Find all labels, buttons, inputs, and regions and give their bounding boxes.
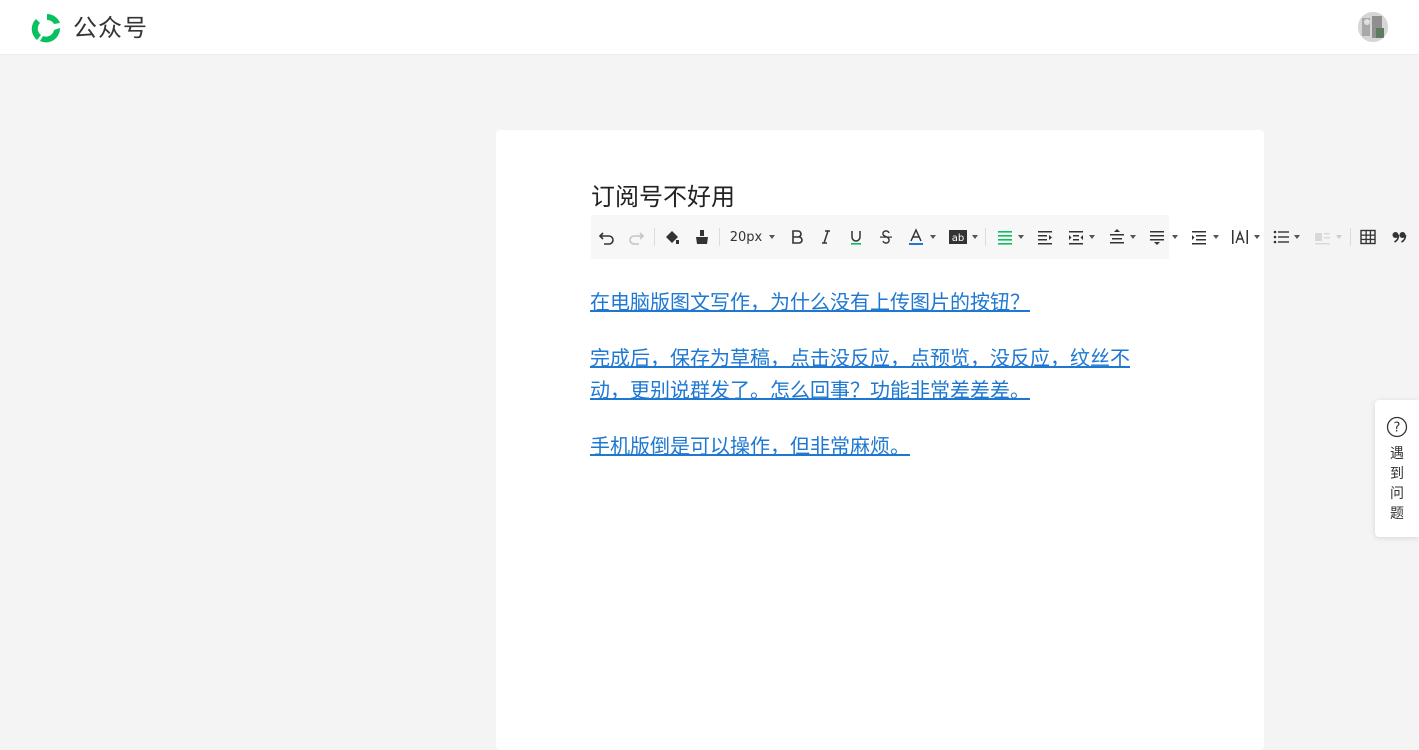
- chevron-down-icon: [1089, 235, 1095, 239]
- format-painter-icon[interactable]: [660, 215, 684, 259]
- chevron-down-icon: [1254, 235, 1260, 239]
- toolbar-separator: [719, 228, 720, 246]
- paragraph-1[interactable]: 在电脑版图文写作，为什么没有上传图片的按钮？: [590, 286, 1150, 318]
- article-title[interactable]: 订阅号不好用: [591, 180, 735, 214]
- paragraph-indent-icon[interactable]: [1064, 215, 1088, 259]
- undo-icon[interactable]: [595, 215, 619, 259]
- question-circle-icon: ?: [1386, 416, 1408, 442]
- clear-format-icon[interactable]: [690, 215, 714, 259]
- quote-icon[interactable]: [1387, 215, 1411, 259]
- chevron-down-icon: [1130, 235, 1136, 239]
- chevron-down-icon: [1172, 235, 1178, 239]
- indent-icon[interactable]: [1033, 215, 1057, 259]
- wechat-official-account-logo-icon[interactable]: [30, 11, 64, 45]
- brand-name[interactable]: 公众号: [73, 12, 148, 44]
- chevron-down-icon: [769, 235, 775, 239]
- user-avatar[interactable]: [1358, 12, 1388, 42]
- letter-spacing-icon[interactable]: [1228, 215, 1252, 259]
- toolbar-separator: [1350, 228, 1351, 246]
- help-button[interactable]: ? 遇到问题: [1375, 400, 1419, 537]
- top-bar: 公众号: [0, 0, 1419, 54]
- editor-content[interactable]: 在电脑版图文写作，为什么没有上传图片的按钮？ 完成后，保存为草稿，点击没反应，点…: [590, 286, 1150, 486]
- redo-icon[interactable]: [624, 215, 648, 259]
- chevron-down-icon: [930, 235, 936, 239]
- align-icon[interactable]: [993, 215, 1017, 259]
- paragraph-spacing-icon[interactable]: [1145, 215, 1169, 259]
- font-size-select[interactable]: 20px: [725, 215, 767, 259]
- toolbar-separator: [985, 228, 986, 246]
- chevron-down-icon: [1018, 235, 1024, 239]
- strikethrough-icon[interactable]: [874, 215, 898, 259]
- chevron-down-icon: [1294, 235, 1300, 239]
- svg-text:?: ?: [1394, 421, 1401, 436]
- list-icon[interactable]: [1269, 215, 1293, 259]
- chevron-down-icon: [972, 235, 978, 239]
- svg-text:ab: ab: [952, 233, 964, 244]
- float-icon[interactable]: [1310, 215, 1334, 259]
- chevron-down-icon: [1213, 235, 1219, 239]
- help-label: 遇到问题: [1390, 446, 1404, 522]
- toolbar-separator: [654, 228, 655, 246]
- editor-toolbar: 20px ab: [591, 215, 1169, 259]
- paragraph-2[interactable]: 完成后，保存为草稿，点击没反应，点预览，没反应，纹丝不动，更别说群发了。怎么回事…: [590, 342, 1150, 406]
- font-color-icon[interactable]: [904, 215, 928, 259]
- underline-icon[interactable]: [844, 215, 868, 259]
- background-color-icon[interactable]: ab: [946, 215, 970, 259]
- paragraph-3[interactable]: 手机版倒是可以操作，但非常麻烦。: [590, 430, 1150, 462]
- chevron-down-icon: [1336, 235, 1342, 239]
- bold-icon[interactable]: [785, 215, 809, 259]
- line-spacing-icon[interactable]: [1105, 215, 1129, 259]
- table-icon[interactable]: [1356, 215, 1380, 259]
- paragraph-margin-icon[interactable]: [1187, 215, 1211, 259]
- italic-icon[interactable]: [814, 215, 838, 259]
